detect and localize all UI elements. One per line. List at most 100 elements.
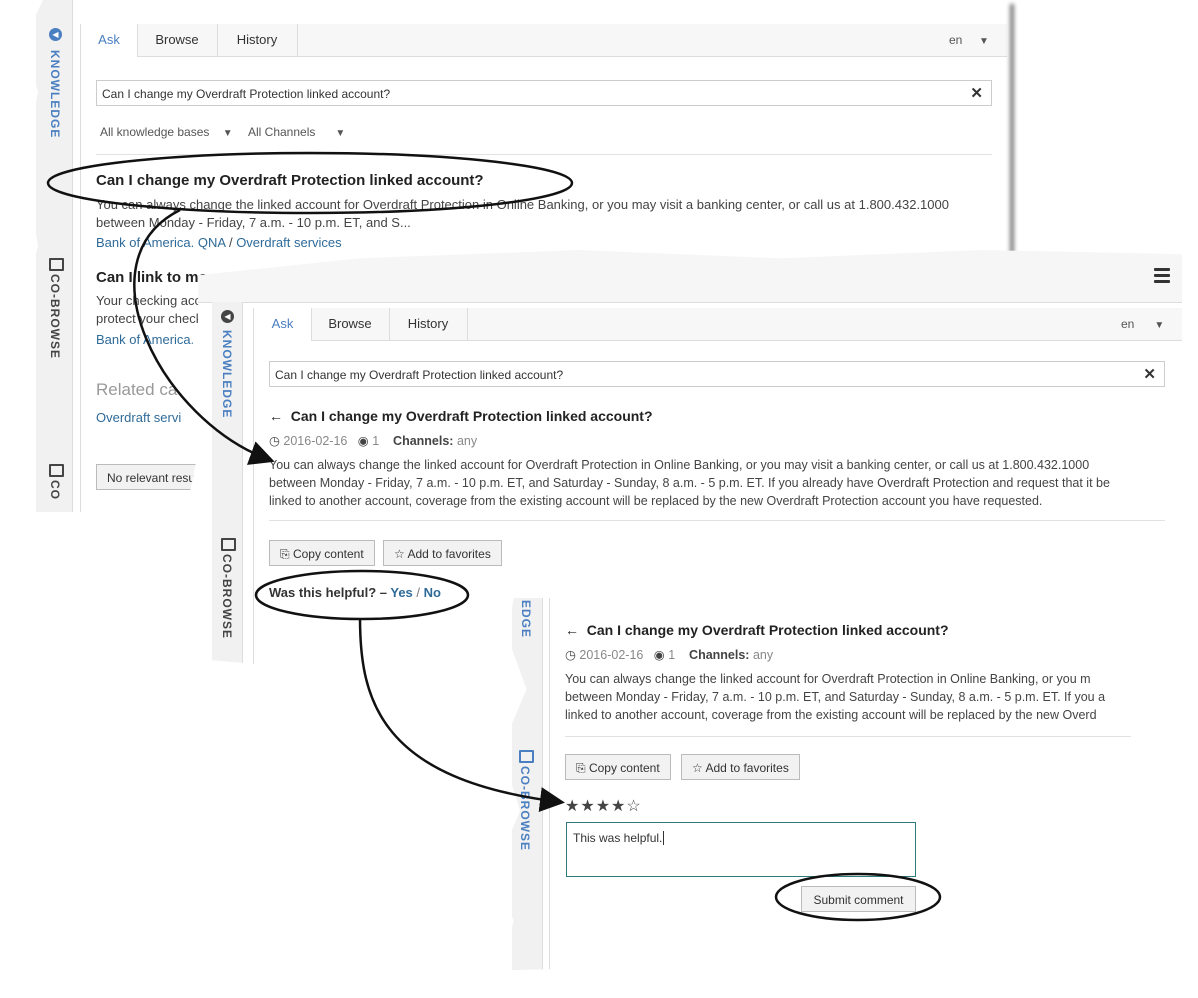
add-to-favorites-button[interactable]: ☆ Add to favorites [681,754,800,780]
search-input[interactable]: Can I change my Overdraft Protection lin… [96,80,992,106]
article-meta: ◷ 2016-02-16 ◉ 1 Channels: any [269,433,477,448]
sidebar-tab-knowledge[interactable]: KNOWLEDGE [48,50,62,138]
search-value: Can I change my Overdraft Protection lin… [275,368,564,382]
chevron-down-icon: ▼ [222,128,233,139]
article-body: You can always change the linked account… [565,670,1105,724]
tab-browse[interactable]: Browse [137,24,218,56]
favorites-label: Add to favorites [407,547,491,561]
panel-shadow [1010,4,1014,262]
divider [565,736,1131,737]
helpful-separator: / [416,585,421,600]
helpful-prompt: Was this helpful? – Yes / No [269,585,441,600]
helpful-question: Was this helpful? – [269,585,387,600]
star-outline-icon: ☆ [692,761,703,775]
view-count: 1 [668,648,676,662]
copy-icon: ⎘ [576,761,586,775]
knowledge-content: ← Can I change my Overdraft Protection l… [549,598,1131,978]
copy-content-button[interactable]: ⎘ Copy content [269,540,375,566]
sidebar-tab-cobrowse[interactable]: CO-BROWSE [220,554,234,639]
star-rating[interactable]: ★★★★☆ [565,796,642,816]
cobrowse-icon [519,750,534,763]
copy-label: Copy content [292,547,364,561]
cobrowse-icon [49,258,64,271]
knowledge-base-filter[interactable]: All knowledge bases ▼ [100,125,233,139]
result-source: Bank of America. QNA / Overdraft service… [96,235,342,250]
tab-history[interactable]: History [389,308,468,340]
empty-star-icon[interactable]: ☆ [626,798,641,815]
tab-history[interactable]: History [217,24,298,56]
body-line: You can always change the linked account… [565,672,1091,686]
language-select[interactable]: en ▼ [949,24,989,58]
clock-icon: ◷ [565,648,576,662]
body-line: You can always change the linked account… [269,458,1090,472]
menu-icon[interactable] [1154,268,1170,286]
result-source: Bank of America. [96,331,194,349]
filled-stars-icon[interactable]: ★★★★ [565,798,626,815]
body-line: linked to another account, coverage from… [565,708,1097,722]
back-arrow-icon[interactable]: ← [565,622,579,638]
star-outline-icon: ☆ [394,547,405,561]
language-value: en [1121,317,1135,331]
back-arrow-icon[interactable]: ← [269,408,283,424]
left-sidebar: ◀ KNOWLEDGE CO-BROWSE [212,302,243,666]
source-link[interactable]: Bank of America. QNA [96,235,225,250]
copy-content-button[interactable]: ⎘ Copy content [565,754,671,780]
related-link[interactable]: Overdraft servi [96,410,181,425]
filter-label: All knowledge bases [100,125,210,139]
sidebar-tab-cobrowse[interactable]: CO-BROWSE [48,274,62,359]
divider [96,154,992,155]
sidebar-tab-knowledge[interactable]: EDGE [519,600,533,638]
channels-filter[interactable]: All Channels ▼ [248,125,345,139]
result-snippet: You can always change the linked account… [96,196,949,232]
search-input[interactable]: Can I change my Overdraft Protection lin… [269,361,1165,387]
body-line: between Monday - Friday, 7 a.m. - 10 p.m… [565,690,1106,704]
article-title-text: Can I change my Overdraft Protection lin… [586,622,949,638]
chevron-down-icon: ▼ [335,128,346,139]
article-title: ← Can I change my Overdraft Protection l… [565,622,949,638]
clock-icon: ◷ [269,434,280,448]
article-title-text: Can I change my Overdraft Protection lin… [290,408,653,424]
clear-icon[interactable]: ✕ [970,81,983,107]
related-heading: Related ca [96,380,178,399]
channels-value: any [752,648,774,662]
tab-ask[interactable]: Ask [81,24,138,57]
filter-label: All Channels [248,125,316,139]
chevron-down-icon: ▼ [979,36,989,47]
collapse-icon[interactable]: ◀ [221,310,234,323]
result-title[interactable]: Can I change my Overdraft Protection lin… [96,172,484,189]
snippet-line: between Monday - Friday, 7 a.m. - 10 p.m… [96,215,411,230]
helpful-no-link[interactable]: No [424,585,441,600]
copy-label: Copy content [588,761,660,775]
language-select[interactable]: en ▼ [1121,308,1164,342]
comment-textarea[interactable]: This was helpful. [566,822,916,877]
helpful-yes-link[interactable]: Yes [390,585,412,600]
contact-icon [49,464,64,477]
left-sidebar: ◀ KNOWLEDGE CO-BROWSE CO [36,0,73,512]
knowledge-panel-feedback: EDGE CO-BROWSE ← Can I change my Overdra… [494,598,1131,978]
search-value: Can I change my Overdraft Protection lin… [102,87,391,101]
tab-ask[interactable]: Ask [254,308,312,341]
clear-icon[interactable]: ✕ [1143,362,1156,388]
submit-comment-button[interactable]: Submit comment [801,886,916,912]
sidebar-tab-knowledge[interactable]: KNOWLEDGE [220,330,234,418]
article-title: ← Can I change my Overdraft Protection l… [269,408,653,424]
comment-value: This was helpful. [573,831,663,845]
view-count: 1 [372,434,380,448]
article-meta: ◷ 2016-02-16 ◉ 1 Channels: any [565,647,773,662]
channels-label: Channels: [393,434,454,448]
result-title[interactable]: Can I link to mo [96,269,208,286]
snippet-line: Your checking acco [96,293,209,308]
source-link[interactable]: Bank of America. [96,332,194,347]
sidebar-tab-cobrowse[interactable]: CO-BROWSE [518,766,532,851]
body-line: between Monday - Friday, 7 a.m. - 10 p.m… [269,476,1110,490]
collapse-icon[interactable]: ◀ [49,28,62,41]
eye-icon: ◉ [357,434,369,448]
add-to-favorites-button[interactable]: ☆ Add to favorites [383,540,502,566]
tab-browse[interactable]: Browse [311,308,390,340]
sidebar-tab-other[interactable]: CO [48,480,62,500]
article-date: 2016-02-16 [579,648,644,662]
category-link[interactable]: Overdraft services [236,235,341,250]
snippet-line: protect your checki [96,311,206,326]
divider [269,520,1165,521]
result-snippet: Your checking acco protect your checki [96,292,208,328]
